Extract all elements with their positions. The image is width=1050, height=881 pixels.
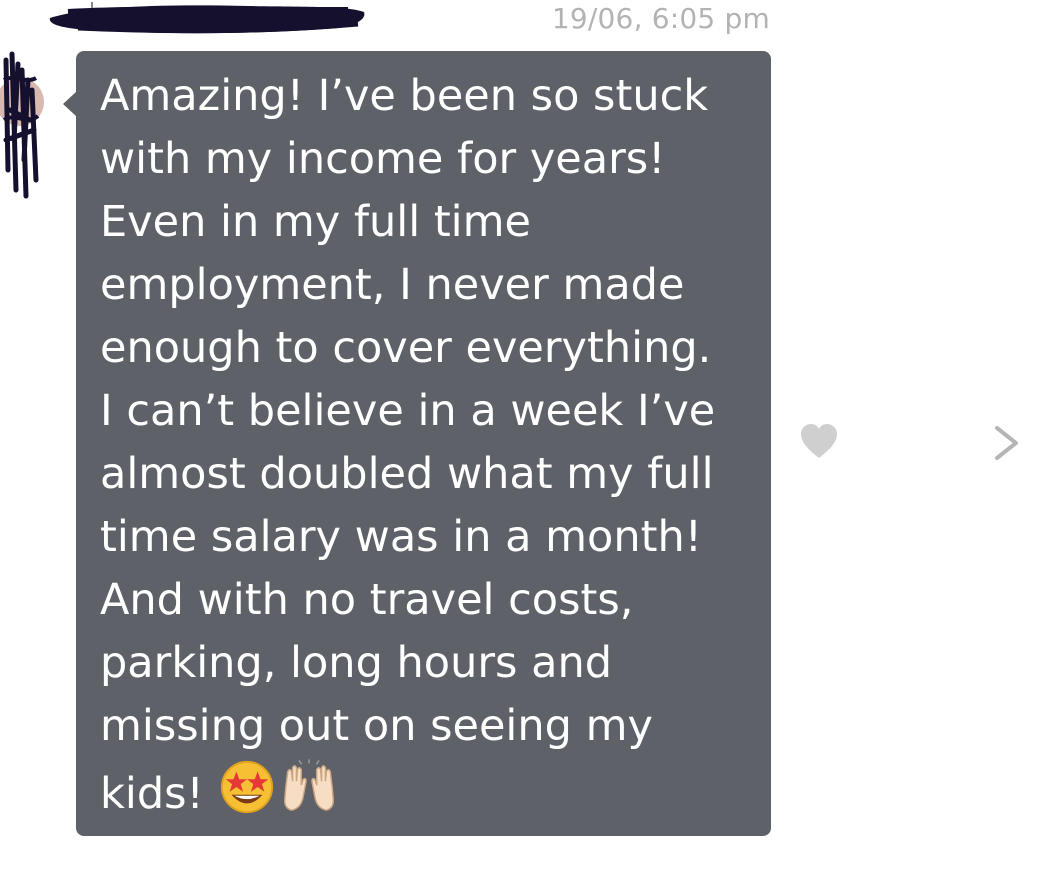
- chevron-right-icon[interactable]: [992, 424, 1022, 462]
- bubble-tail: [63, 91, 77, 117]
- redacted-sender-name: [49, 2, 365, 34]
- message-text: Amazing! I’ve been so stuck with my inco…: [100, 71, 716, 819]
- raising-hands-emoji: [283, 759, 334, 811]
- sender-avatar[interactable]: [0, 50, 46, 200]
- star-struck-emoji: [220, 760, 273, 814]
- message-emojis: [218, 758, 338, 816]
- message-body: Amazing! I’ve been so stuck with my inco…: [100, 65, 760, 826]
- message-timestamp: 19/06, 6:05 pm: [551, 2, 770, 35]
- heart-icon[interactable]: [800, 424, 838, 460]
- message-bubble[interactable]: Amazing! I’ve been so stuck with my inco…: [63, 51, 771, 836]
